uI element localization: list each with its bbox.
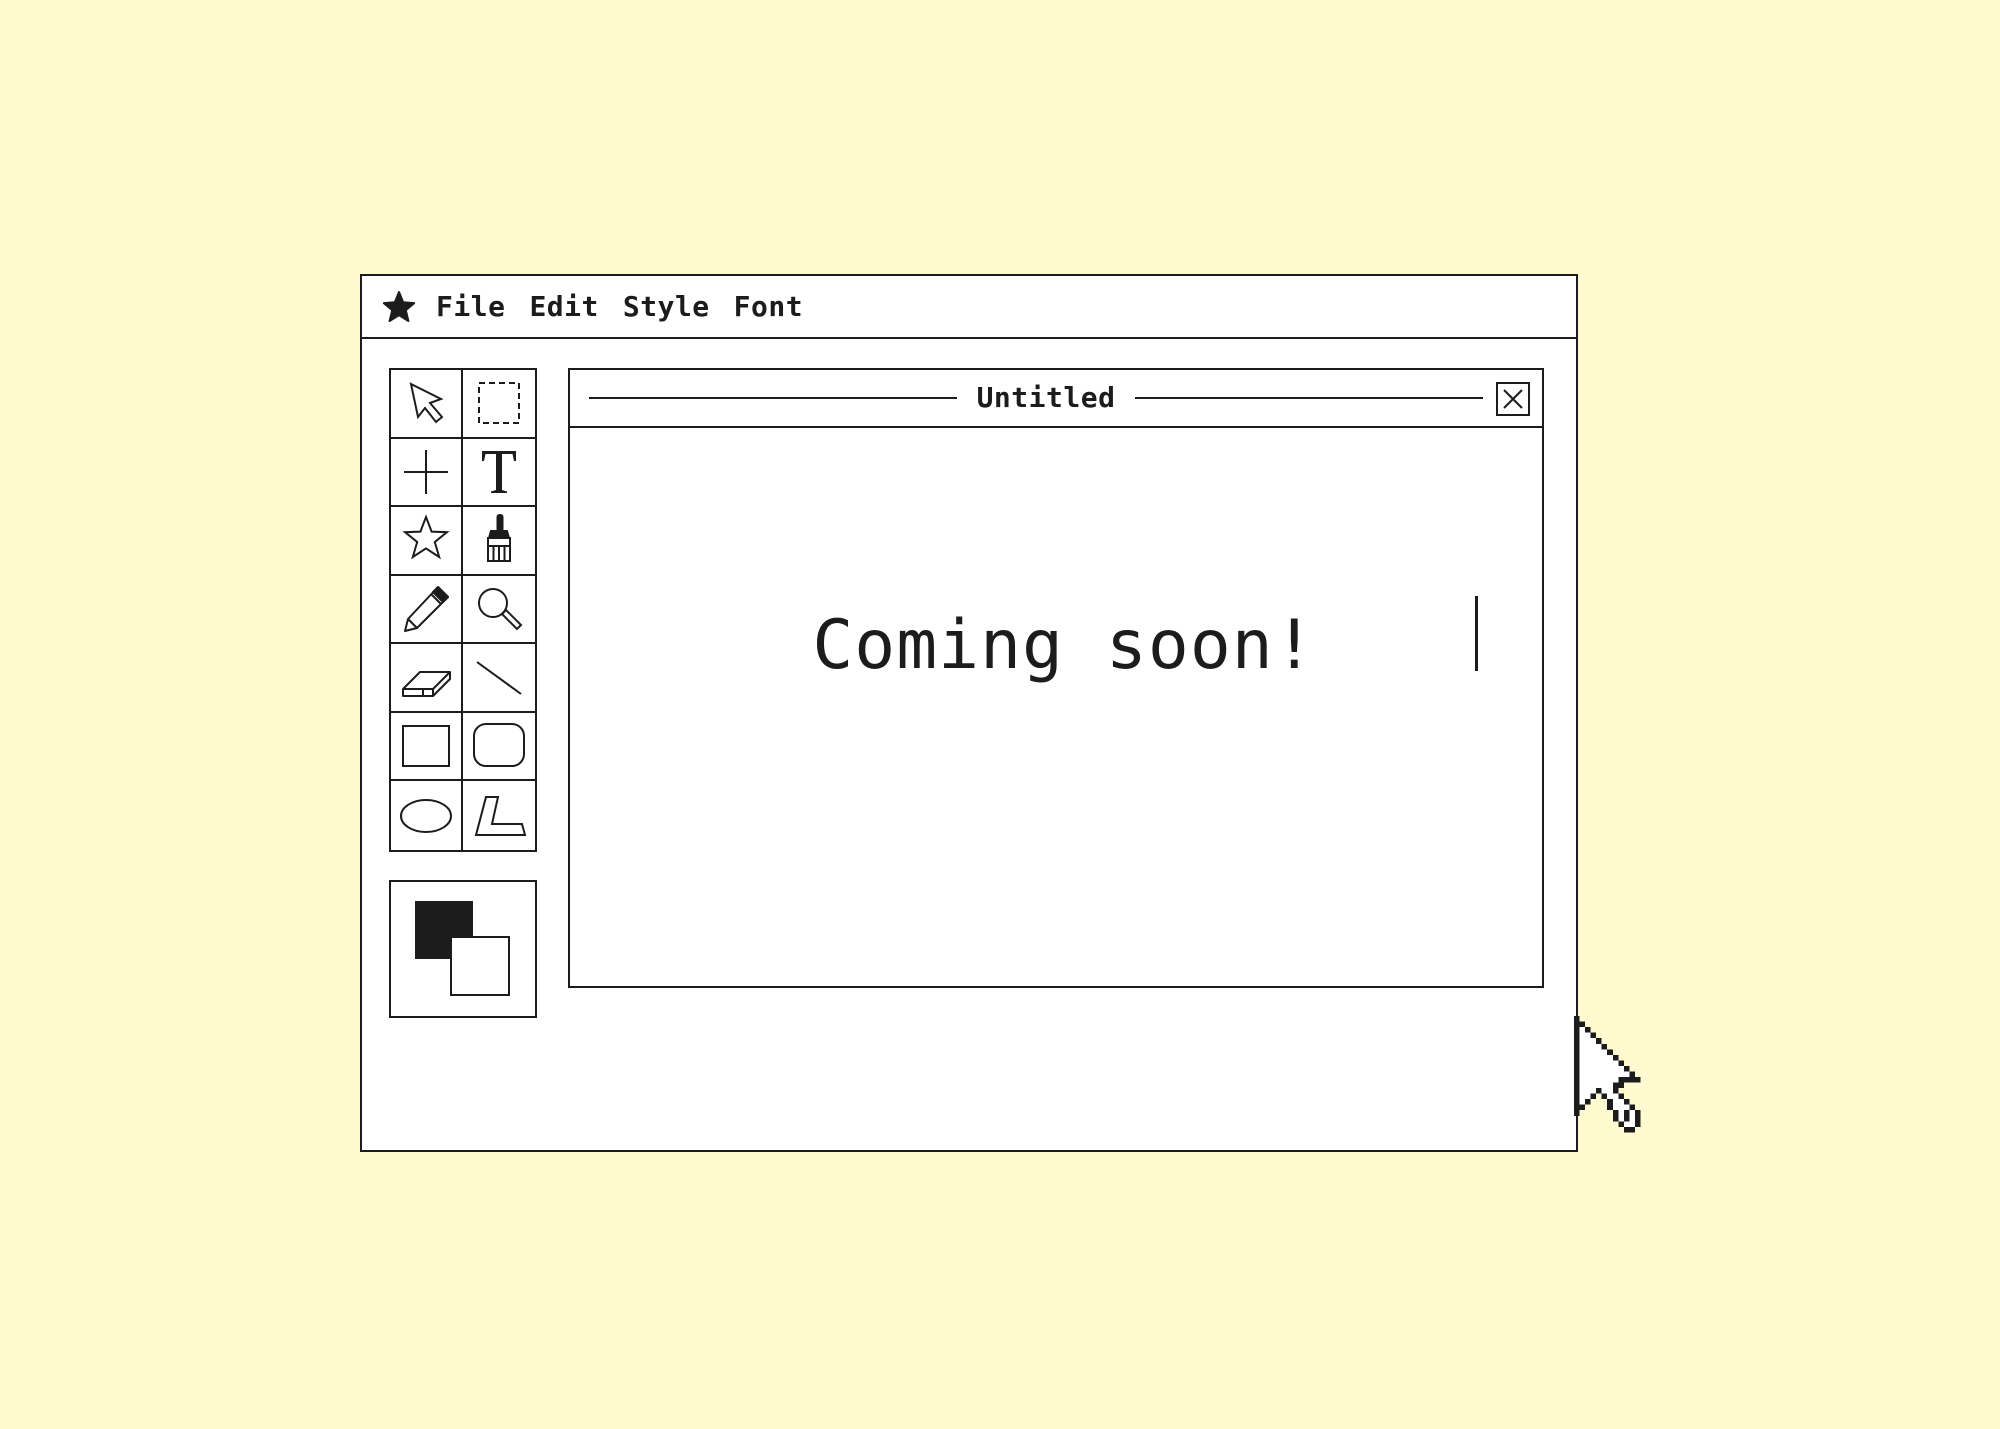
close-button[interactable] (1496, 382, 1530, 416)
ellipse-icon (400, 798, 452, 833)
eraser-icon (402, 670, 451, 697)
menu-bar: File Edit Style Font (362, 276, 1576, 339)
tool-rectangle[interactable] (391, 712, 463, 782)
document-canvas[interactable]: Coming soon! (570, 428, 1542, 988)
document-text: Coming soon! (812, 606, 1316, 685)
star-icon[interactable] (382, 290, 416, 324)
title-bar-rule-left (589, 397, 957, 399)
rectangle-icon (402, 725, 450, 768)
magnifier-icon (478, 587, 523, 631)
color-selector[interactable] (389, 880, 537, 1018)
tool-select-arrow[interactable] (391, 370, 463, 439)
tool-rounded-rectangle[interactable] (463, 713, 535, 782)
polygon-icon (474, 795, 527, 836)
star-icon (402, 514, 450, 560)
tool-ellipse[interactable] (391, 781, 463, 850)
menu-edit[interactable]: Edit (529, 290, 598, 323)
document-window: Untitled Coming soon! (568, 368, 1544, 988)
document-title: Untitled (976, 381, 1116, 414)
rounded-rectangle-icon (473, 723, 525, 768)
menu-font[interactable]: Font (734, 290, 803, 323)
tool-text[interactable] (463, 439, 535, 508)
mouse-pointer-icon (1574, 1016, 1641, 1133)
line-icon (476, 660, 522, 695)
arrow-cursor-icon (409, 382, 444, 424)
menu-style[interactable]: Style (623, 290, 710, 323)
tool-paint-brush[interactable] (463, 507, 535, 576)
tool-polygon[interactable] (463, 781, 535, 850)
pencil-icon (404, 585, 449, 632)
dashed-rectangle-icon (478, 382, 520, 425)
brush-icon (487, 514, 511, 563)
app-window: File Edit Style Font Untitled Coming soo… (360, 274, 1578, 1152)
tool-star-shape[interactable] (391, 507, 463, 576)
title-bar-rule-right (1135, 397, 1483, 399)
tool-marquee-select[interactable] (463, 370, 535, 439)
text-caret (1475, 596, 1478, 671)
document-title-bar[interactable]: Untitled (570, 370, 1542, 428)
background-color-swatch[interactable] (450, 936, 510, 996)
plus-icon (404, 449, 448, 494)
tool-magnifier[interactable] (463, 576, 535, 645)
tool-palette (389, 368, 537, 852)
tool-eraser[interactable] (391, 644, 463, 713)
text-icon (482, 450, 516, 493)
close-icon (1503, 389, 1523, 409)
menu-file[interactable]: File (436, 290, 505, 323)
tool-line[interactable] (463, 644, 535, 713)
tool-crosshair[interactable] (391, 438, 463, 508)
tool-pencil[interactable] (391, 575, 463, 645)
